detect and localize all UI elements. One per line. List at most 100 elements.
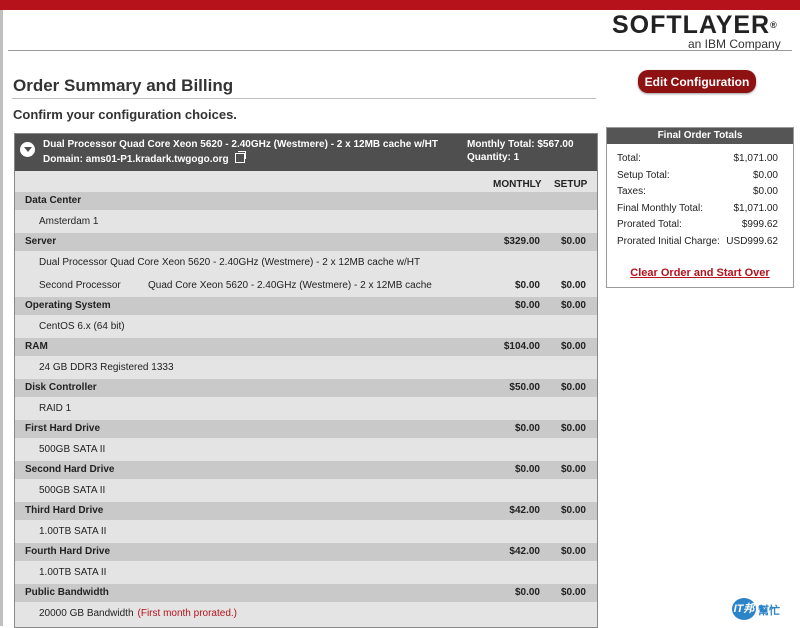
item-row: 24 GB DDR3 Registered 1333	[15, 356, 597, 379]
category-row: Public Bandwidth $0.00 $0.00	[15, 584, 597, 602]
column-monthly: MONTHLY	[493, 179, 542, 190]
section-second-hard-drive: Second Hard Drive $0.00 $0.00 500GB SATA…	[15, 461, 597, 502]
watermark-badge: IT邦	[732, 598, 756, 620]
monthly-amount: $42.00	[509, 505, 540, 516]
section-server: Server $329.00 $0.00 Dual Processor Quad…	[15, 233, 597, 297]
server-title: Dual Processor Quad Core Xeon 5620 - 2.4…	[43, 139, 438, 150]
logo-text: SOFTLAYER	[612, 11, 771, 39]
edit-configuration-button[interactable]: Edit Configuration	[638, 70, 756, 93]
setup-amount: $0.00	[560, 341, 586, 352]
category-label: Third Hard Drive	[25, 505, 104, 516]
item-label: 500GB SATA II	[39, 485, 106, 496]
totals-label: Final Monthly Total:	[617, 202, 703, 214]
item-label: 500GB SATA II	[39, 444, 106, 455]
registered-mark: ®	[770, 20, 778, 30]
order-header: Dual Processor Quad Core Xeon 5620 - 2.4…	[15, 134, 597, 171]
category-row: RAM $104.00 $0.00	[15, 338, 597, 356]
category-row: Fourth Hard Drive $42.00 $0.00	[15, 543, 597, 561]
column-headers: MONTHLY SETUP	[15, 174, 597, 192]
item-label: RAID 1	[39, 403, 72, 414]
monthly-amount: $104.00	[503, 341, 540, 352]
prorated-note: (First month prorated.)	[137, 608, 237, 619]
category-row: Data Center	[15, 192, 597, 210]
category-row: Server $329.00 $0.00	[15, 233, 597, 251]
item-label: 1.00TB SATA II	[39, 526, 107, 537]
item-row: 1.00TB SATA II	[15, 561, 597, 584]
setup-amount: $0.00	[560, 546, 586, 557]
setup-amount: $0.00	[560, 587, 586, 598]
quantity: Quantity: 1	[467, 152, 520, 163]
title-divider	[12, 98, 596, 99]
item-row-second-processor: Second Processor Quad Core Xeon 5620 - 2…	[15, 274, 597, 297]
item-row: 500GB SATA II	[15, 438, 597, 461]
left-border	[0, 10, 3, 626]
section-data-center: Data Center Amsterdam 1	[15, 192, 597, 233]
collapse-icon[interactable]	[20, 142, 35, 157]
category-label: Data Center	[25, 195, 82, 206]
top-accent-bar	[0, 0, 800, 10]
monthly-amount: $0.00	[514, 300, 540, 311]
setup-amount: $0.00	[560, 505, 586, 516]
final-order-totals-panel: Final Order Totals Total: $1,071.00 Setu…	[606, 127, 794, 288]
item-row: CentOS 6.x (64 bit)	[15, 315, 597, 338]
clear-order-link[interactable]: Clear Order and Start Over	[607, 267, 793, 279]
section-operating-system: Operating System $0.00 $0.00 CentOS 6.x …	[15, 297, 597, 338]
section-first-hard-drive: First Hard Drive $0.00 $0.00 500GB SATA …	[15, 420, 597, 461]
item-row: RAID 1	[15, 397, 597, 420]
section-ram: RAM $104.00 $0.00 24 GB DDR3 Registered …	[15, 338, 597, 379]
softlayer-logo[interactable]: SOFTLAYER® an IBM Company	[612, 12, 792, 50]
setup-amount: $0.00	[560, 280, 586, 291]
totals-value: $0.00	[752, 169, 778, 181]
section-third-hard-drive: Third Hard Drive $42.00 $0.00 1.00TB SAT…	[15, 502, 597, 543]
item-label: 20000 GB Bandwidth (First month prorated.…	[39, 608, 237, 619]
setup-amount: $0.00	[560, 423, 586, 434]
category-label: Server	[25, 236, 57, 247]
item-label: CentOS 6.x (64 bit)	[39, 321, 125, 332]
section-disk-controller: Disk Controller $50.00 $0.00 RAID 1	[15, 379, 597, 420]
monthly-amount: $329.00	[503, 236, 540, 247]
server-domain: Domain: ams01-P1.kradark.twgogo.org	[43, 151, 246, 165]
setup-amount: $0.00	[560, 382, 586, 393]
category-label: Disk Controller	[25, 382, 97, 393]
category-row: Disk Controller $50.00 $0.00	[15, 379, 597, 397]
item-row: 500GB SATA II	[15, 479, 597, 502]
item-label: Amsterdam 1	[39, 216, 99, 227]
item-row: Amsterdam 1	[15, 210, 597, 233]
column-setup: SETUP	[554, 179, 588, 190]
totals-value: $1,071.00	[733, 153, 779, 164]
item-row: Dual Processor Quad Core Xeon 5620 - 2.4…	[15, 251, 597, 274]
totals-row-final-monthly: Final Monthly Total: $1,071.00	[607, 200, 793, 217]
totals-value: USD999.62	[726, 235, 778, 247]
category-row: Operating System $0.00 $0.00	[15, 297, 597, 315]
page-title: Order Summary and Billing	[13, 76, 234, 95]
item-label: Dual Processor Quad Core Xeon 5620 - 2.4…	[39, 257, 421, 268]
totals-row-prorated: Prorated Total: $999.62	[607, 216, 793, 233]
totals-label: Prorated Total:	[617, 219, 682, 230]
monthly-amount: $50.00	[509, 382, 540, 393]
logo-tagline: an IBM Company	[688, 37, 781, 51]
totals-row-prorated-initial: Prorated Initial Charge: USD999.62	[607, 233, 793, 250]
totals-row-taxes: Taxes: $0.00	[607, 183, 793, 200]
category-label: Fourth Hard Drive	[25, 546, 111, 557]
monthly-amount: $0.00	[514, 464, 540, 475]
section-fourth-hard-drive: Fourth Hard Drive $42.00 $0.00 1.00TB SA…	[15, 543, 597, 584]
category-label: Public Bandwidth	[25, 587, 109, 598]
category-label: Operating System	[25, 300, 111, 311]
monthly-amount: $42.00	[509, 546, 540, 557]
totals-value: $999.62	[741, 219, 778, 230]
category-row: Second Hard Drive $0.00 $0.00	[15, 461, 597, 479]
totals-value: $0.00	[752, 186, 778, 197]
monthly-total: Monthly Total: $567.00	[467, 139, 574, 150]
setup-amount: $0.00	[560, 236, 586, 247]
category-label: First Hard Drive	[25, 423, 101, 434]
item-label: 1.00TB SATA II	[39, 567, 107, 578]
totals-title: Final Order Totals	[607, 128, 793, 144]
item-text: 20000 GB Bandwidth	[39, 608, 134, 619]
item-row: 20000 GB Bandwidth (First month prorated.…	[15, 602, 597, 625]
watermark-text: 幫忙	[758, 605, 780, 617]
category-label: RAM	[25, 341, 48, 352]
item-description: Quad Core Xeon 5620 - 2.40GHz (Westmere)…	[148, 280, 432, 291]
totals-value: $1,071.00	[733, 202, 779, 214]
copy-icon[interactable]	[234, 151, 246, 163]
totals-label: Prorated Initial Charge:	[617, 235, 720, 247]
